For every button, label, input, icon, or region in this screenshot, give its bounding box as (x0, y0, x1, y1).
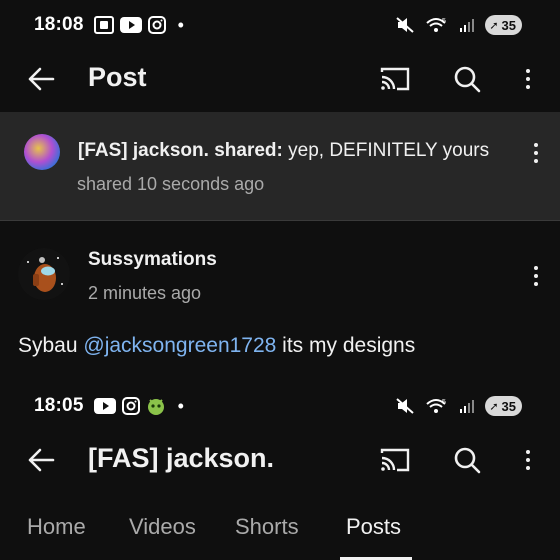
more-vert-icon (526, 69, 530, 89)
instagram-icon (147, 16, 166, 34)
screenshot-icon (93, 16, 114, 34)
mute-icon (396, 17, 414, 33)
shared-timestamp: shared 10 seconds ago (77, 174, 265, 194)
wifi-icon: 5 (426, 399, 446, 413)
svg-text:5: 5 (442, 399, 446, 406)
more-vert-icon (534, 143, 538, 163)
shared-notice-card: [FAS] jackson. shared: yep, DEFINITELY y… (0, 112, 560, 221)
more-vert-icon (534, 266, 538, 286)
shared-message: yep, DEFINITELY yours (282, 140, 490, 161)
battery-saver-icon: ➚ (489, 19, 499, 32)
back-button[interactable] (26, 445, 56, 475)
instagram-icon (121, 397, 140, 415)
post-author-name[interactable]: Sussymations (88, 249, 217, 271)
shared-line: [FAS] jackson. shared: yep, DEFINITELY y… (78, 140, 489, 162)
green-app-icon (147, 399, 164, 415)
cast-icon (380, 448, 410, 472)
post-author-avatar[interactable] (18, 248, 70, 300)
battery-indicator: ➚ 35 (485, 15, 522, 35)
cast-button[interactable] (379, 64, 411, 94)
channel-tabs: Home Videos Shorts Posts (0, 506, 560, 560)
tab-posts[interactable]: Posts (346, 514, 401, 540)
status-system-icons: 5 ➚ 35 (395, 2, 522, 48)
channel-app-bar: [FAS] jackson. (0, 425, 560, 493)
search-icon (454, 447, 481, 474)
status-time: 18:05 (34, 395, 84, 416)
tab-videos[interactable]: Videos (129, 514, 196, 540)
post-text-after: its my designs (276, 334, 416, 357)
more-vert-icon (526, 450, 530, 470)
youtube-icon (93, 398, 116, 414)
search-button[interactable] (452, 445, 482, 475)
signal-icon (460, 19, 475, 32)
status-system-icons: 5 ➚ 35 (395, 383, 522, 429)
battery-level: 35 (501, 17, 516, 33)
battery-level: 35 (501, 398, 516, 414)
top-app-bar: Post (0, 44, 560, 112)
shared-author[interactable]: [FAS] jackson. shared: (78, 140, 283, 161)
back-button[interactable] (26, 64, 56, 94)
back-arrow-icon (28, 67, 55, 91)
post-body: Sybau @jacksongreen1728 its my designs (18, 334, 415, 358)
status-bar-second: 18:05 • 5 ➚ 35 (0, 383, 560, 429)
status-time: 18:08 (34, 14, 84, 35)
channel-title: [FAS] jackson. (88, 443, 275, 473)
tab-home[interactable]: Home (27, 514, 86, 540)
mute-icon (396, 398, 414, 414)
post-timestamp: 2 minutes ago (88, 283, 202, 303)
status-notification-icons: • (93, 14, 184, 36)
back-arrow-icon (28, 448, 55, 472)
signal-icon (460, 400, 475, 413)
more-options-button[interactable] (516, 66, 540, 92)
mention-link[interactable]: @jacksongreen1728 (83, 334, 276, 357)
shared-more-button[interactable] (526, 140, 546, 166)
search-button[interactable] (452, 64, 482, 94)
battery-saver-icon: ➚ (489, 400, 499, 413)
more-notifications-dot-icon: • (177, 14, 184, 35)
post-text-before: Sybau (18, 334, 84, 357)
tab-shorts[interactable]: Shorts (235, 514, 299, 540)
cast-icon (380, 67, 410, 91)
cast-button[interactable] (379, 445, 411, 475)
more-options-button[interactable] (516, 447, 540, 473)
search-icon (454, 66, 481, 93)
post-more-button[interactable] (526, 263, 546, 289)
crewmate-avatar-icon (18, 248, 70, 300)
svg-text:5: 5 (442, 18, 446, 25)
status-bar: 18:08 • 5 ➚ 35 (0, 2, 560, 48)
youtube-icon (119, 17, 142, 33)
more-notifications-dot-icon: • (177, 395, 184, 416)
battery-indicator: ➚ 35 (485, 396, 522, 416)
status-notification-icons: • (93, 395, 184, 417)
wifi-icon: 5 (426, 18, 446, 32)
avatar[interactable] (24, 134, 60, 170)
page-title: Post (88, 62, 147, 92)
